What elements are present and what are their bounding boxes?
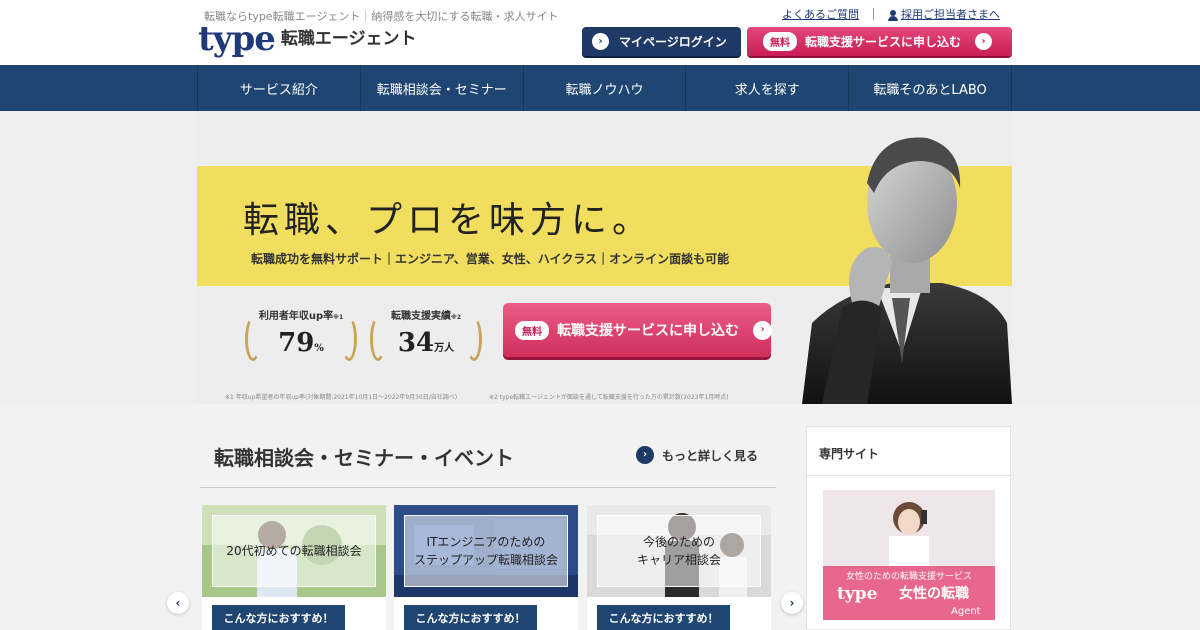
- link-divider: [873, 8, 874, 20]
- banner-type-logo: type: [837, 584, 878, 604]
- nav-item-labo[interactable]: 転職そのあとLABO: [848, 65, 1012, 111]
- apply-service-button-header[interactable]: 無料 転職支援サービスに申し込む ›: [747, 27, 1012, 56]
- woman-photo: [823, 490, 995, 570]
- utility-links: よくあるご質問 採用ご担当者さまへ: [782, 6, 1000, 22]
- hero-subtitle: 転職成功を無料サポート｜エンジニア、営業、女性、ハイクラス｜オンライン面談も可能: [251, 252, 730, 266]
- banner-subtitle: 女性のための転職支援サービス: [845, 572, 972, 582]
- site-logo[interactable]: type 転職エージェント: [198, 20, 417, 56]
- person-icon: [888, 9, 898, 21]
- specialty-sites-panel: 専門サイト 女性のための転職支援サービス type 女性の転職 Agent: [806, 426, 1011, 630]
- laurel-icon: [245, 317, 261, 361]
- carousel-prev-button[interactable]: ‹: [167, 592, 189, 614]
- laurel-icon: [341, 317, 357, 361]
- event-card[interactable]: 今後のための キャリア相談会 こんな方におすすめ！: [587, 505, 771, 630]
- logo-type-mark: type: [198, 19, 276, 59]
- event-card-title: ITエンジニアのための ステップアップ転職相談会: [404, 515, 568, 587]
- faq-link[interactable]: よくあるご質問: [782, 6, 859, 22]
- logo-subtitle: 転職エージェント: [280, 29, 417, 49]
- hero-title: 転職、プロを味方に。: [243, 200, 654, 241]
- chevron-right-icon: ›: [753, 320, 772, 340]
- mypage-login-button[interactable]: › マイページログイン: [582, 27, 741, 56]
- specialty-sites-title: 専門サイト: [819, 447, 880, 461]
- nav-item-service[interactable]: サービス紹介: [197, 65, 360, 111]
- stat-label: 利用者年収up率※1: [258, 311, 344, 322]
- event-card-title: 20代初めての転職相談会: [212, 515, 376, 587]
- nav-item-seminar[interactable]: 転職相談会・セミナー: [359, 65, 523, 111]
- stat-income-up: 利用者年収up率※1 79%: [245, 307, 357, 371]
- chevron-right-icon: ›: [975, 33, 993, 50]
- global-nav: サービス紹介 転職相談会・セミナー 転職ノウハウ 求人を探す 転職そのあとLAB…: [0, 65, 1200, 111]
- women-career-banner[interactable]: 女性のための転職支援サービス type 女性の転職 Agent: [823, 490, 995, 620]
- hero-footnote-1: ※1 年収up希望者の年収up率(対象期間:2021年10月1日〜2022年9月…: [225, 394, 458, 401]
- event-card-title: 今後のための キャリア相談会: [597, 515, 761, 587]
- laurel-icon: [370, 317, 386, 361]
- recommend-tag[interactable]: こんな方におすすめ！: [597, 605, 730, 630]
- site-header: 転職ならtype転職エージェント｜納得感を大切にする転職・求人サイト type …: [0, 0, 1200, 65]
- free-badge: 無料: [515, 320, 549, 340]
- chevron-right-icon: ›: [592, 33, 609, 50]
- recommend-tag[interactable]: こんな方におすすめ！: [404, 605, 537, 630]
- hero-banner: 転職、プロを味方に。 転職成功を無料サポート｜エンジニア、営業、女性、ハイクラス…: [197, 111, 1012, 404]
- hero-businessman-photo: [802, 137, 1012, 404]
- nav-item-knowhow[interactable]: 転職ノウハウ: [522, 65, 686, 111]
- stat-label: 転職支援実績※2: [390, 311, 461, 322]
- events-section-title: 転職相談会・セミナー・イベント: [214, 446, 514, 470]
- chevron-right-icon: ›: [636, 446, 654, 464]
- panel-divider: [807, 475, 1010, 476]
- apply-service-label: 転職支援サービスに申し込む: [805, 35, 962, 49]
- hero-footnote-2: ※2 type転職エージェントが面談を通して転職支援を行った方の累計数(2023…: [489, 394, 729, 401]
- mypage-login-label: マイページログイン: [619, 35, 727, 49]
- event-card[interactable]: ITエンジニアのための ステップアップ転職相談会 こんな方におすすめ！: [394, 505, 578, 630]
- apply-service-label: 転職支援サービスに申し込む: [557, 323, 739, 339]
- banner-title: 女性の転職: [899, 586, 969, 602]
- recommend-tag[interactable]: こんな方におすすめ！: [212, 605, 345, 630]
- events-more-label: もっと詳しく見る: [662, 448, 759, 463]
- stat-support-count: 転職支援実績※2 34万人: [370, 307, 482, 371]
- carousel-next-button[interactable]: ›: [781, 592, 803, 614]
- recruiter-link[interactable]: 採用ご担当者さまへ: [901, 8, 1000, 21]
- apply-service-button-hero[interactable]: 無料 転職支援サービスに申し込む ›: [503, 303, 772, 357]
- laurel-icon: [466, 317, 482, 361]
- recruiter-link-wrap[interactable]: 採用ご担当者さまへ: [888, 6, 1000, 22]
- nav-item-jobs[interactable]: 求人を探す: [685, 65, 848, 111]
- event-card[interactable]: 20代初めての転職相談会 こんな方におすすめ！: [202, 505, 386, 630]
- section-divider: [200, 487, 776, 488]
- free-badge: 無料: [763, 32, 797, 51]
- banner-agent-label: Agent: [951, 606, 981, 617]
- events-more-link[interactable]: › もっと詳しく見る: [636, 446, 758, 464]
